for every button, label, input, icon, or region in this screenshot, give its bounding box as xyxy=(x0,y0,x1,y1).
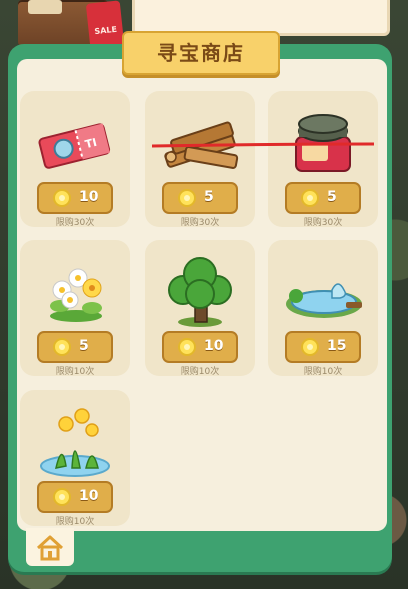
purchase-limit: 限购30次 xyxy=(55,218,95,228)
shop-item-flowers[interactable]: 5 限购10次 xyxy=(20,240,130,377)
coin-icon xyxy=(53,338,71,356)
sale-tag: SALE xyxy=(85,0,125,48)
shop-item-wood[interactable]: 5 限购30次 xyxy=(145,91,255,228)
flowers-icon xyxy=(20,240,130,330)
coin-icon xyxy=(178,189,196,207)
red-strike-line xyxy=(152,142,374,148)
wood-logs-icon xyxy=(145,91,255,181)
shop-item-pond[interactable]: 15 限购10次 xyxy=(268,240,378,377)
shop-item-jar[interactable]: 5 限购30次 xyxy=(268,91,378,228)
buy-button[interactable]: 5 xyxy=(285,182,361,214)
house-icon xyxy=(36,535,64,561)
coin-icon xyxy=(301,189,319,207)
item-price: 10 xyxy=(79,488,99,504)
pond-icon xyxy=(268,240,378,330)
item-price: 5 xyxy=(79,338,89,354)
buy-button[interactable]: 10 xyxy=(37,182,113,214)
tree-icon xyxy=(145,240,255,330)
item-price: 10 xyxy=(79,189,99,205)
purchase-limit: 限购10次 xyxy=(55,517,95,527)
shop-item-tree[interactable]: 10 限购10次 xyxy=(145,240,255,377)
item-price: 5 xyxy=(327,189,337,205)
buy-button[interactable]: 10 xyxy=(37,481,113,513)
coin-icon xyxy=(53,189,71,207)
jar-icon xyxy=(268,91,378,181)
item-price: 15 xyxy=(327,338,347,354)
purchase-limit: 限购10次 xyxy=(180,367,220,377)
purchase-limit: 限购30次 xyxy=(180,218,220,228)
daffodils-icon xyxy=(20,390,130,480)
shelf-boxes xyxy=(28,0,62,14)
shop-item-daffodils[interactable]: 10 限购10次 xyxy=(20,390,130,527)
buy-button[interactable]: 10 xyxy=(162,331,238,363)
shop-item-ticket[interactable]: TI 10 限购30次 xyxy=(20,91,130,228)
ticket-icon: TI xyxy=(20,91,130,181)
buy-button[interactable]: 5 xyxy=(162,182,238,214)
item-price: 10 xyxy=(204,338,224,354)
sale-tag-label: SALE xyxy=(94,24,118,37)
purchase-limit: 限购30次 xyxy=(303,218,343,228)
coin-icon xyxy=(178,338,196,356)
buy-button[interactable]: 5 xyxy=(37,331,113,363)
home-button[interactable] xyxy=(26,528,74,566)
coin-icon xyxy=(53,488,71,506)
buy-button[interactable]: 15 xyxy=(285,331,361,363)
shop-title: 寻宝商店 xyxy=(122,31,280,75)
purchase-limit: 限购10次 xyxy=(303,367,343,377)
item-price: 5 xyxy=(204,189,214,205)
purchase-limit: 限购10次 xyxy=(55,367,95,377)
coin-icon xyxy=(301,338,319,356)
